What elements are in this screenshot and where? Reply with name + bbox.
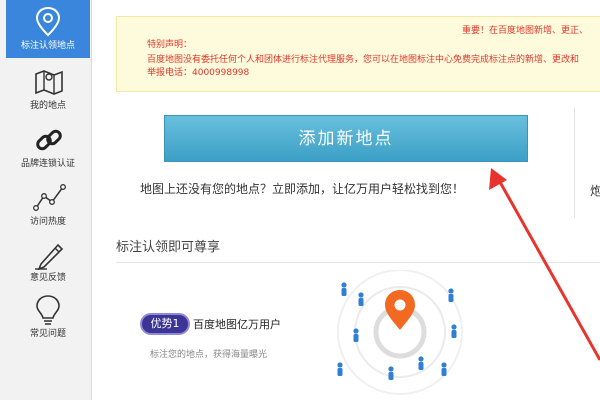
- user-icon: [358, 292, 364, 306]
- notice-important: 重要！在百度地图新增、更正、: [462, 26, 589, 36]
- user-icon: [451, 324, 457, 338]
- sidebar-item-mark-claim[interactable]: 标注认领地点: [6, 0, 90, 58]
- user-icon: [353, 328, 359, 342]
- right-panel-partial-text: 炮: [590, 184, 600, 198]
- section-divider: [116, 262, 600, 263]
- sidebar-item-visit-heat[interactable]: 访问热度: [6, 176, 90, 234]
- chain-link-icon: [36, 129, 62, 151]
- sidebar-item-faq[interactable]: 常见问题: [6, 288, 90, 346]
- user-icon: [448, 288, 454, 302]
- advantage-title: 百度地图亿万用户: [193, 318, 281, 331]
- lightbulb-icon: [36, 295, 60, 325]
- advantage-badge: 优势1: [140, 313, 190, 335]
- users-map-illustration: [337, 270, 463, 395]
- sidebar-item-my-places[interactable]: 我的地点: [6, 60, 90, 118]
- user-icon: [418, 356, 424, 370]
- sidebar-item-label: 我的地点: [29, 101, 66, 111]
- sidebar-item-label: 常见问题: [29, 329, 66, 339]
- folded-map-icon: [35, 70, 63, 95]
- sidebar-item-feedback[interactable]: 意见反馈: [6, 232, 90, 290]
- add-new-place-button[interactable]: 添加新地点: [164, 115, 528, 162]
- sidebar-item-label: 意见反馈: [29, 273, 66, 283]
- user-icon: [341, 282, 347, 296]
- vertical-divider: [574, 108, 575, 218]
- sidebar-item-label: 标注认领地点: [20, 41, 75, 51]
- sidebar-item-label: 访问热度: [29, 217, 66, 227]
- user-icon: [441, 362, 447, 376]
- sidebar: 标注认领地点 我的地点 品牌连锁认证 访问热度 意见反馈 常见问题: [0, 0, 92, 400]
- main-content: 重要！在百度地图新增、更正、 特别声明： 百度地图没有委托任何个人和团体进行标注…: [92, 0, 600, 400]
- location-pin-icon: [385, 290, 415, 330]
- notice-banner: 重要！在百度地图新增、更正、 特别声明： 百度地图没有委托任何个人和团体进行标注…: [116, 16, 600, 92]
- pencil-icon: [35, 243, 64, 270]
- section-title: 标注认领即可尊享: [116, 240, 221, 255]
- user-icon: [337, 362, 343, 376]
- promo-text: 地图上还没有您的地点？立即添加，让亿万用户轻松找到您！: [140, 182, 465, 196]
- line-chart-icon: [33, 184, 66, 211]
- notice-heading: 特别声明：: [147, 40, 193, 50]
- sidebar-item-brand-chain[interactable]: 品牌连锁认证: [6, 118, 90, 176]
- notice-phone: 举报电话：4000998998: [147, 68, 250, 78]
- map-pin-icon: [35, 6, 61, 37]
- notice-statement: 百度地图没有委托任何个人和团体进行标注代理服务，您可以在地图标注中心免费完成标注…: [147, 55, 580, 65]
- advantage-description: 标注您的地点，获得海量曝光: [150, 350, 268, 360]
- user-icon: [388, 366, 394, 380]
- sidebar-item-label: 品牌连锁认证: [20, 159, 75, 169]
